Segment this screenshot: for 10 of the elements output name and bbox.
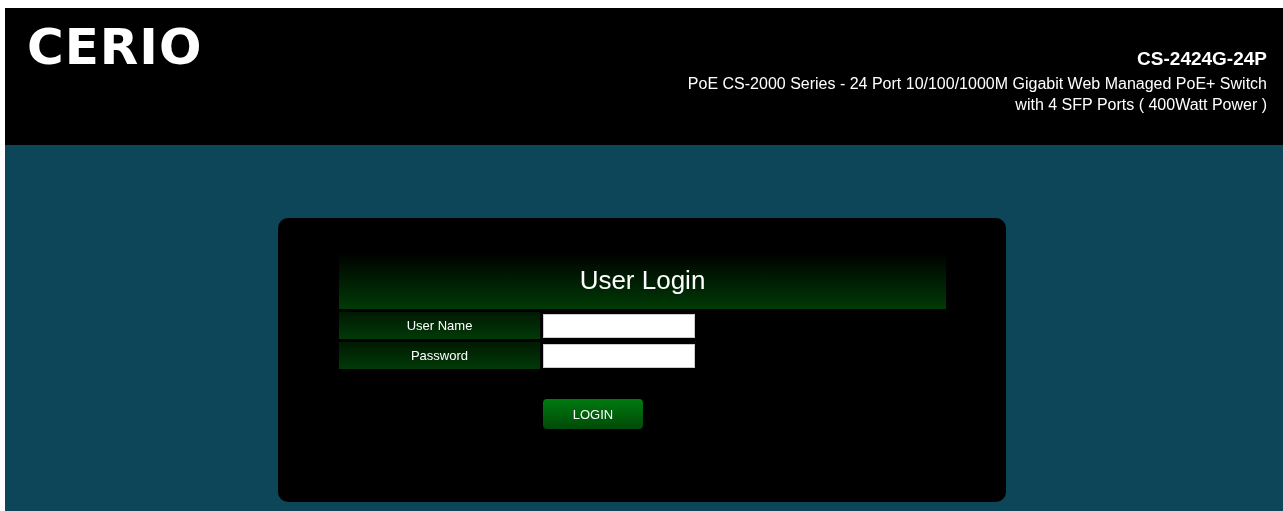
login-title: User Login — [339, 252, 946, 309]
product-description: with 4 SFP Ports ( 400Watt Power ) — [1015, 95, 1267, 115]
product-description: PoE CS-2000 Series - 24 Port 10/100/1000M Gigabit Web Managed PoE+ Switch — [687, 74, 1267, 94]
input-field[interactable] — [543, 313, 695, 338]
field-label: User Name — [339, 312, 540, 339]
login-button[interactable]: LOGIN — [543, 399, 643, 429]
field-label: Password — [339, 342, 540, 369]
logo: CERIO — [27, 22, 203, 72]
input-field[interactable] — [543, 343, 695, 368]
model-name: CS-2424G-24P — [1137, 48, 1267, 70]
